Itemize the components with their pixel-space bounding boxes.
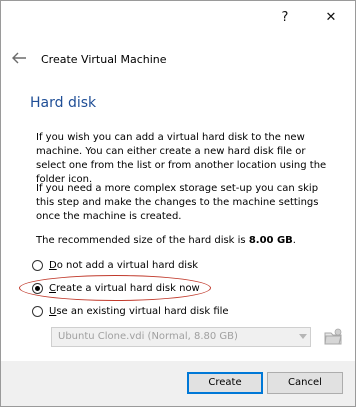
cancel-button[interactable]: Cancel <box>267 372 343 394</box>
recommended-size-suffix: . <box>292 235 296 246</box>
dialog-window: ? ✕ Create Virtual Machine Hard disk If … <box>0 0 356 407</box>
back-arrow-icon[interactable] <box>11 51 27 65</box>
existing-disk-value: Ubuntu Clone.vdi (Normal, 8.80 GB) <box>58 331 238 342</box>
wizard-title: Create Virtual Machine <box>41 53 167 66</box>
radio-existing-disk[interactable] <box>32 305 43 317</box>
option-existing-disk-label: Use an existing virtual hard disk file <box>49 305 229 317</box>
option-create-disk-label: Create a virtual hard disk now <box>49 282 200 294</box>
recommended-size-value: 8.00 GB <box>248 235 293 246</box>
option-create-disk[interactable]: Create a virtual hard disk now <box>32 280 200 296</box>
recommended-size-prefix: The recommended size of the hard disk is <box>36 235 249 246</box>
recommended-size-text: The recommended size of the hard disk is… <box>36 234 336 248</box>
option-no-disk-label: Do not add a virtual hard disk <box>49 259 199 271</box>
title-bar: ? ✕ <box>1 1 355 35</box>
existing-disk-select[interactable]: Ubuntu Clone.vdi (Normal, 8.80 GB) <box>51 327 311 347</box>
radio-no-disk[interactable] <box>32 259 43 271</box>
help-button[interactable]: ? <box>275 10 295 26</box>
complex-setup-paragraph: If you need a more complex storage set-u… <box>36 183 319 222</box>
close-button[interactable]: ✕ <box>321 10 341 26</box>
chevron-down-icon <box>299 334 307 339</box>
create-button[interactable]: Create <box>187 372 263 394</box>
radio-create-disk[interactable] <box>32 282 43 294</box>
option-no-disk[interactable]: Do not add a virtual hard disk <box>32 257 198 273</box>
folder-icon[interactable] <box>323 327 343 347</box>
wizard-header: Create Virtual Machine <box>1 37 355 83</box>
option-existing-disk[interactable]: Use an existing virtual hard disk file <box>32 303 229 319</box>
intro-paragraph: If you wish you can add a virtual hard d… <box>36 132 327 185</box>
page-title: Hard disk <box>30 95 97 111</box>
